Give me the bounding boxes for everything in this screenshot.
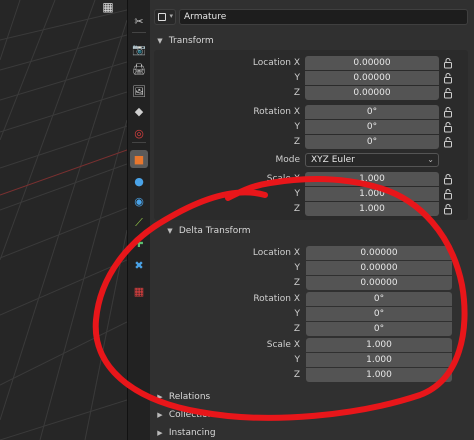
object-name-field[interactable]: Armature	[179, 9, 468, 25]
instancing-panel-title: Instancing	[168, 428, 216, 438]
lock-icon[interactable]	[443, 72, 453, 84]
location-x-field[interactable]: 0.00000	[305, 56, 439, 70]
delta-rotation-x-field[interactable]: 0°	[306, 292, 452, 306]
properties-tab-bar: ✂ 📷 🖨 🖼 ◆ ◎ ■ ● ◉ ⟋ ✚ ✖ ▦	[128, 0, 150, 440]
scale-y-label: Y	[294, 189, 301, 199]
scene-icon[interactable]: ◆	[130, 102, 148, 120]
rotation-mode-dropdown[interactable]: XYZ Euler ⌄	[305, 153, 439, 167]
scale-z-field[interactable]: 1.000	[305, 202, 439, 216]
collections-panel-title: Collections	[168, 410, 219, 420]
delta-rotation-z-label: Z	[293, 324, 300, 334]
expand-arrow-icon: ▼	[157, 37, 163, 45]
delta-transform-panel-header[interactable]: ▼ Delta Transform	[164, 223, 474, 239]
object-type-dropdown[interactable]: ▾	[154, 9, 176, 25]
tab-separator	[132, 142, 146, 143]
delta-scale-y-field[interactable]: 1.000	[306, 353, 452, 367]
object-data-icon[interactable]: ✚	[130, 234, 148, 252]
collections-panel-header[interactable]: ▶ Collections	[154, 407, 468, 423]
tab-separator	[132, 32, 146, 33]
chevron-down-icon: ⌄	[427, 155, 434, 164]
object-square-icon	[158, 13, 166, 21]
location-z-label: Z	[293, 88, 300, 98]
properties-header: ▾ Armature	[150, 8, 468, 26]
delta-transform-panel-title: Delta Transform	[178, 226, 251, 236]
scale-x-label: Scale X	[266, 174, 300, 184]
rotation-mode-label: Mode	[275, 155, 300, 165]
location-z-field[interactable]: 0.00000	[305, 86, 439, 100]
viewport-grid	[0, 0, 127, 440]
lock-icon[interactable]	[443, 57, 453, 69]
constraint-icon[interactable]: ⟋	[130, 214, 148, 232]
lock-icon[interactable]	[443, 136, 453, 148]
delta-scale-x-label: Scale X	[266, 340, 300, 350]
rotation-x-field[interactable]: 0°	[305, 105, 439, 119]
delta-scale-x-field[interactable]: 1.000	[306, 338, 452, 352]
delta-scale-y-label: Y	[294, 355, 301, 365]
texture-icon[interactable]: ▦	[130, 282, 148, 300]
3d-viewport[interactable]: ▦	[0, 0, 127, 440]
delta-rotation-y-field[interactable]: 0°	[306, 307, 452, 321]
transform-panel-header[interactable]: ▼ Transform	[154, 33, 468, 49]
rotation-mode-value: XYZ Euler	[311, 155, 355, 165]
delta-scale-z-field[interactable]: 1.000	[306, 368, 452, 382]
tool-icon[interactable]: ✂	[130, 12, 148, 30]
delta-location-z-field[interactable]: 0.00000	[306, 276, 452, 290]
location-x-label: Location X	[252, 58, 300, 68]
modifier-icon[interactable]: ●	[130, 172, 148, 190]
collapsed-arrow-icon: ▶	[157, 429, 163, 437]
relations-panel-header[interactable]: ▶ Relations	[154, 389, 468, 405]
location-y-field[interactable]: 0.00000	[305, 71, 439, 85]
properties-content: ▾ Armature ▼ Transform Location X 0.00000…	[150, 0, 474, 440]
scale-z-label: Z	[293, 204, 300, 214]
delta-location-y-label: Y	[294, 263, 301, 273]
delta-scale-z-label: Z	[293, 370, 300, 380]
scale-x-field[interactable]: 1.000	[305, 172, 439, 186]
output-icon[interactable]: 🖨	[130, 60, 148, 78]
delta-rotation-y-label: Y	[294, 309, 301, 319]
rotation-x-label: Rotation X	[253, 107, 300, 117]
expand-arrow-icon: ▼	[167, 227, 173, 235]
rotation-y-label: Y	[294, 122, 301, 132]
delta-location-x-label: Location X	[252, 248, 300, 258]
lock-icon[interactable]	[443, 87, 453, 99]
collapsed-arrow-icon: ▶	[157, 393, 163, 401]
rotation-z-label: Z	[293, 137, 300, 147]
lock-icon[interactable]	[443, 173, 453, 185]
delta-location-y-field[interactable]: 0.00000	[306, 261, 452, 275]
lock-icon[interactable]	[443, 188, 453, 200]
delta-location-x-field[interactable]: 0.00000	[306, 246, 452, 260]
bone-icon[interactable]: ✖	[130, 256, 148, 274]
location-y-label: Y	[294, 73, 301, 83]
grid-view-icon[interactable]: ▦	[99, 0, 117, 14]
rotation-z-field[interactable]: 0°	[305, 135, 439, 149]
properties-editor: ✂ 📷 🖨 🖼 ◆ ◎ ■ ● ◉ ⟋ ✚ ✖ ▦ ▾ Armature ▼ Transform Loc…	[127, 0, 474, 440]
rotation-y-field[interactable]: 0°	[305, 120, 439, 134]
instancing-panel-header[interactable]: ▶ Instancing	[154, 425, 468, 440]
view-layer-icon[interactable]: 🖼	[130, 82, 148, 100]
object-icon[interactable]: ■	[130, 150, 148, 168]
lock-icon[interactable]	[443, 106, 453, 118]
delta-rotation-z-field[interactable]: 0°	[306, 322, 452, 336]
world-icon[interactable]: ◎	[130, 124, 148, 142]
physics-icon[interactable]: ◉	[130, 192, 148, 210]
scale-y-field[interactable]: 1.000	[305, 187, 439, 201]
delta-location-z-label: Z	[293, 278, 300, 288]
delta-rotation-x-label: Rotation X	[253, 294, 300, 304]
render-icon[interactable]: 📷	[130, 40, 148, 58]
chevron-down-icon: ▾	[169, 12, 173, 20]
relations-panel-title: Relations	[168, 392, 211, 402]
lock-icon[interactable]	[443, 203, 453, 215]
collapsed-arrow-icon: ▶	[157, 411, 163, 419]
transform-panel-title: Transform	[168, 36, 214, 46]
lock-icon[interactable]	[443, 121, 453, 133]
